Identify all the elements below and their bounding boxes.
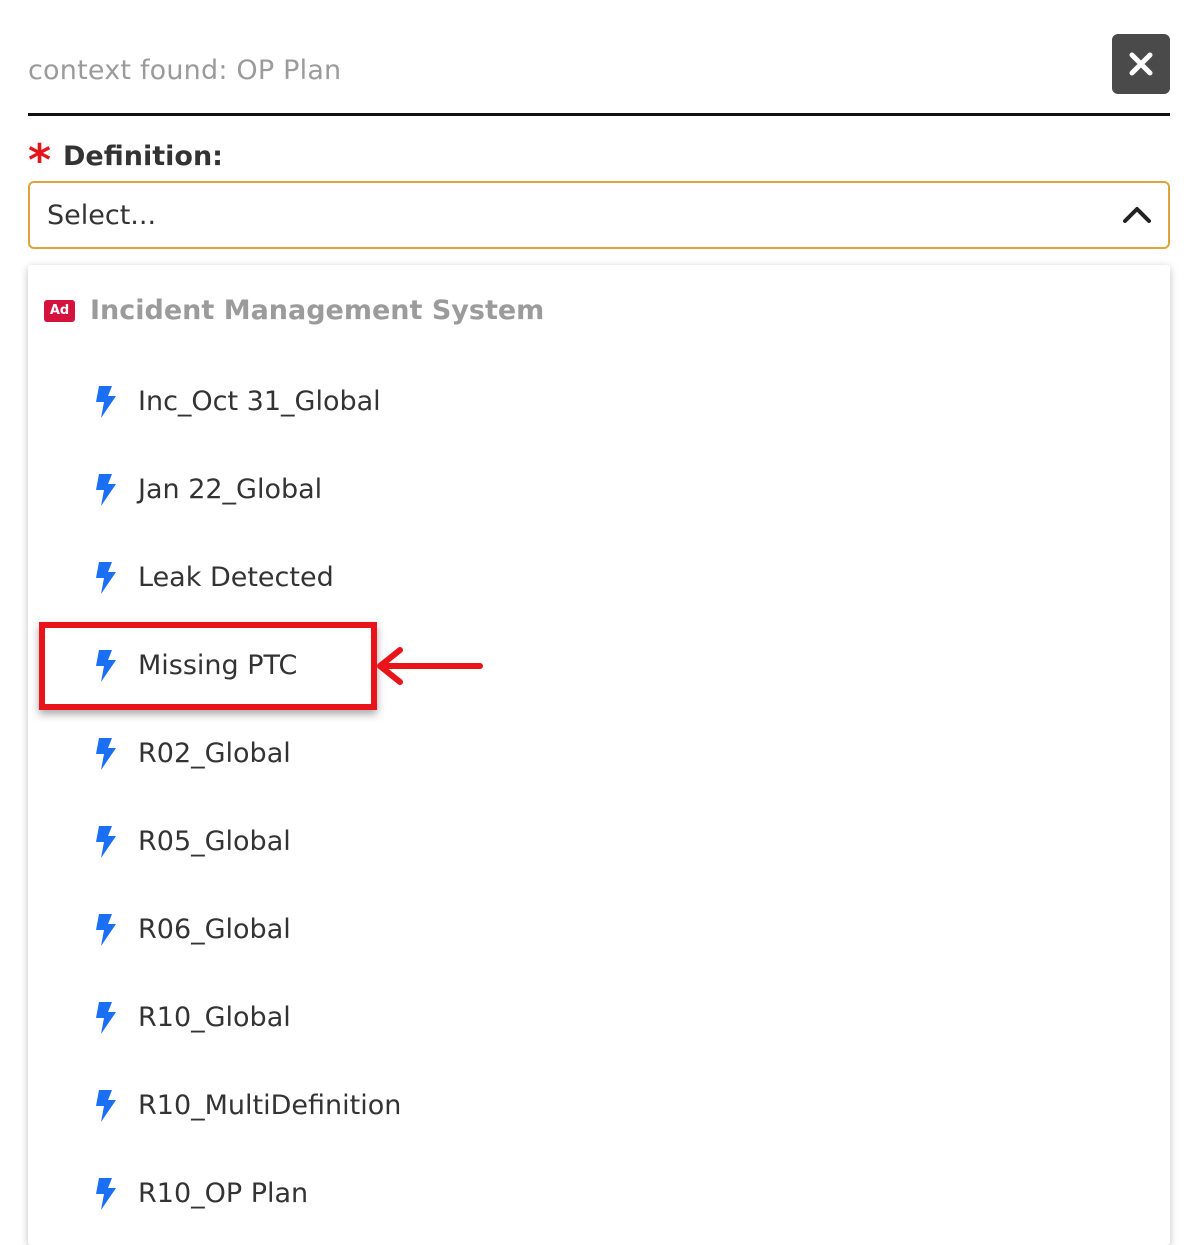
close-button[interactable] (1112, 34, 1170, 94)
required-asterisk: * (28, 135, 52, 186)
bolt-icon (96, 738, 116, 770)
bolt-icon (96, 914, 116, 946)
option-label: R10_OP Plan (138, 1177, 309, 1209)
bolt-icon (96, 1178, 116, 1210)
option-label: R10_MultiDefinition (138, 1089, 402, 1121)
dropdown-option[interactable]: R10_OP Plan (28, 1149, 1170, 1237)
context-found-text: context found: OP Plan (28, 55, 342, 86)
bolt-icon (96, 1090, 116, 1122)
bolt-icon (96, 562, 116, 594)
annotation-arrow-icon (377, 647, 483, 685)
option-group-header: Ad Incident Management System (44, 295, 544, 326)
bolt-icon (96, 474, 116, 506)
option-label: R10_Global (138, 1001, 291, 1033)
dropdown-option[interactable]: R10_Global (28, 973, 1170, 1061)
definition-label-row: * Definition: (28, 136, 223, 183)
dropdown-option[interactable]: Leak Detected (28, 533, 1170, 621)
bolt-icon (96, 386, 116, 418)
select-placeholder: Select... (47, 200, 157, 231)
definition-select[interactable]: Select... (28, 181, 1170, 249)
dropdown-option[interactable]: R10_MultiDefinition (28, 1061, 1170, 1149)
ad-badge: Ad (44, 299, 75, 322)
dropdown-option[interactable]: Inc_Oct 31_Global (28, 357, 1170, 445)
option-label: Inc_Oct 31_Global (138, 385, 381, 417)
chevron-up-icon[interactable] (1122, 203, 1152, 227)
dropdown-option[interactable]: R06_Global (28, 885, 1170, 973)
definition-label: Definition: (63, 140, 223, 172)
bolt-icon (96, 1002, 116, 1034)
definition-dropdown-menu: Ad Incident Management System Inc_Oct 31… (28, 265, 1170, 1245)
option-label: R05_Global (138, 825, 291, 857)
annotation-highlight-box (39, 622, 377, 710)
option-label: Jan 22_Global (138, 473, 323, 505)
option-label: Leak Detected (138, 561, 334, 593)
option-label: R06_Global (138, 913, 291, 945)
close-icon (1129, 52, 1153, 76)
option-label: R02_Global (138, 737, 291, 769)
dropdown-option[interactable]: R02_Global (28, 709, 1170, 797)
bolt-icon (96, 826, 116, 858)
context-bar: context found: OP Plan (28, 0, 1170, 116)
group-title: Incident Management System (90, 295, 545, 326)
dropdown-option[interactable]: Jan 22_Global (28, 445, 1170, 533)
dropdown-option[interactable]: R05_Global (28, 797, 1170, 885)
